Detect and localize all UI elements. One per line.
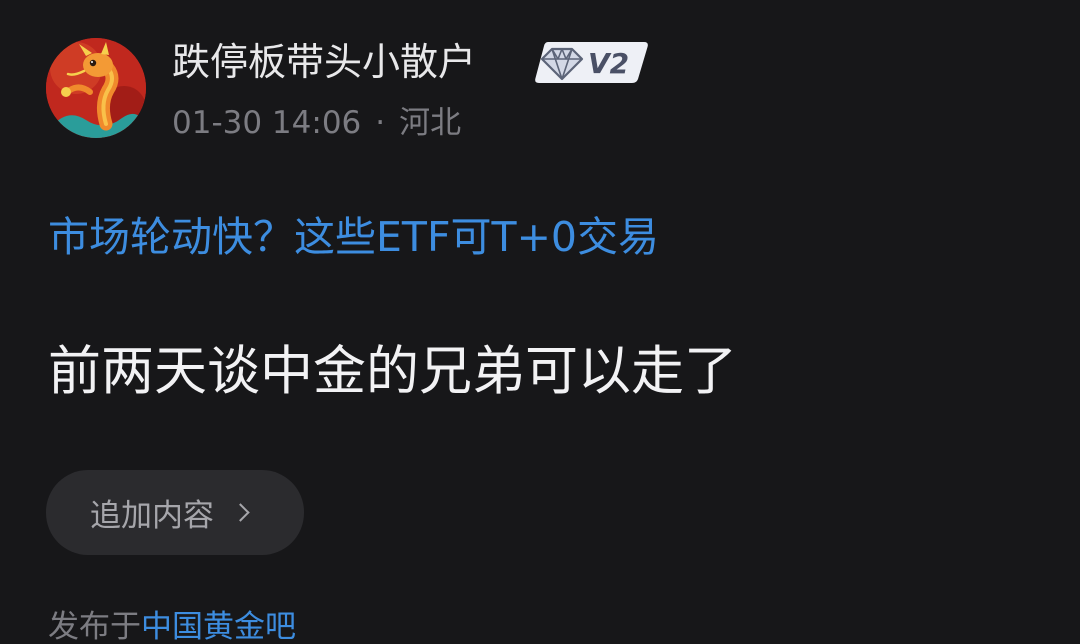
post-time: 01-30 14:06 bbox=[172, 105, 362, 141]
append-content-button[interactable]: 追加内容 bbox=[46, 470, 304, 555]
forum-link[interactable]: 中国黄金吧 bbox=[141, 609, 296, 644]
author-avatar[interactable] bbox=[46, 38, 146, 138]
meta-separator: · bbox=[375, 105, 386, 141]
chevron-right-icon bbox=[231, 503, 250, 522]
linked-article-title[interactable]: 市场轮动快？这些ETF可T+0交易 bbox=[48, 211, 659, 263]
post-location: 河北 bbox=[399, 105, 462, 141]
published-in: 发布于中国黄金吧 bbox=[48, 606, 296, 644]
post-body: 前两天谈中金的兄弟可以走了 bbox=[48, 341, 737, 402]
level-badge[interactable]: V2 bbox=[532, 39, 650, 85]
post-meta: 01-30 14:06 · 河北 bbox=[172, 102, 461, 144]
append-content-label: 追加内容 bbox=[90, 498, 214, 534]
published-prefix: 发布于 bbox=[48, 609, 141, 644]
post-card: 跌停板带头小散户 V2 01-30 14:06 · 河北 市场轮动快？这些ETF可T… bbox=[0, 0, 1080, 644]
level-label: V2 bbox=[588, 47, 629, 80]
dragon-avatar-icon bbox=[46, 38, 146, 138]
author-name[interactable]: 跌停板带头小散户 bbox=[172, 38, 476, 86]
